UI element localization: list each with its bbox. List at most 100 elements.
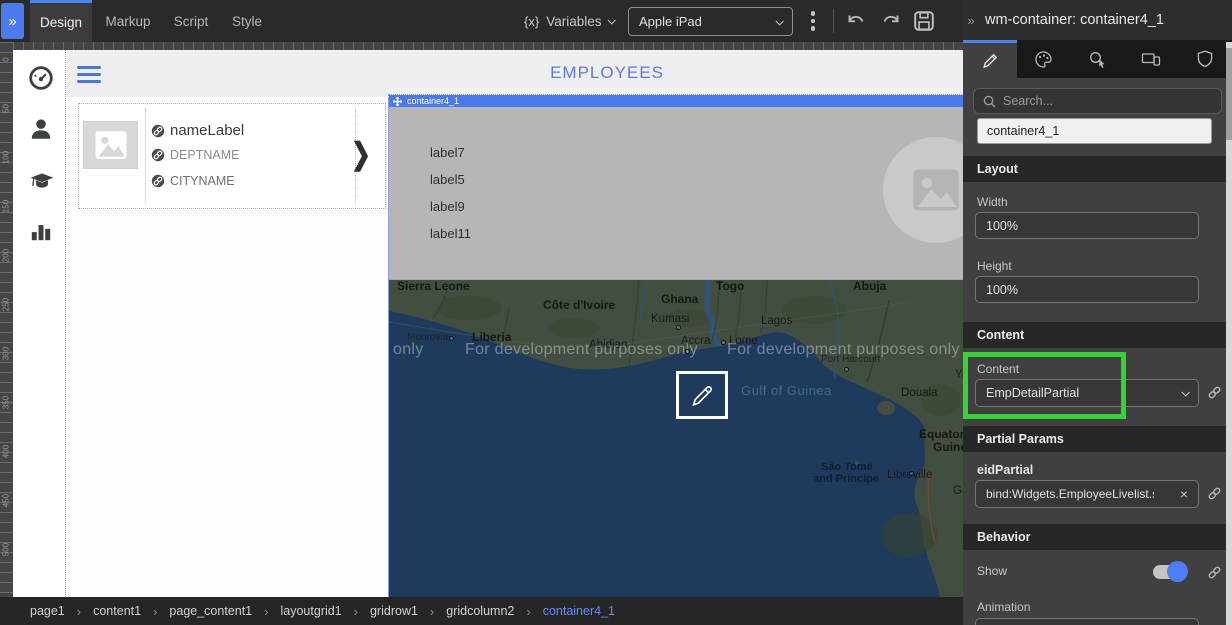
city-label-widget[interactable]: CITYNAME [151, 174, 235, 188]
widget-name-input[interactable] [977, 118, 1212, 144]
detail-label-widget[interactable]: label7 [430, 145, 465, 160]
height-input[interactable] [975, 276, 1199, 303]
ruler-mark: 250 [2, 295, 11, 315]
bar-chart-icon[interactable] [28, 218, 52, 242]
tab-markup[interactable]: Markup [100, 0, 156, 42]
detail-container[interactable]: label7 label5 label9 label11 [389, 107, 963, 280]
app-left-nav [13, 50, 66, 597]
save-button[interactable] [913, 10, 937, 32]
detail-label-widget[interactable]: label5 [430, 172, 465, 187]
section-layout: Layout [963, 156, 1232, 182]
panel-scrollbar[interactable] [1226, 42, 1232, 625]
name-label: nameLabel [170, 122, 244, 139]
dept-label: DEPTNAME [170, 148, 239, 162]
map-label: Yao [955, 370, 963, 382]
breadcrumb-item-page_content1[interactable]: page_content1 [169, 604, 252, 618]
ruler-mark: 450 [2, 491, 11, 511]
map-label: only [393, 342, 424, 358]
person-icon[interactable] [28, 116, 52, 140]
clear-icon[interactable]: × [1174, 486, 1188, 502]
breadcrumb-separator: › [153, 604, 157, 619]
google-map-widget[interactable]: Sierra LeoneCôte d'IvoireGhanaTogoAbujaL… [389, 280, 963, 597]
selected-container[interactable]: container4_1 label7 label5 label9 label11 [389, 95, 963, 597]
map-label: Abuja [853, 280, 886, 292]
variables-dropdown[interactable]: {x} Variables [524, 0, 614, 42]
breadcrumb-separator: › [77, 604, 81, 619]
content-label: Content [977, 362, 1019, 376]
undo-button[interactable] [845, 10, 869, 32]
graduation-cap-icon[interactable] [28, 168, 52, 192]
edit-map-button[interactable] [676, 371, 728, 419]
breadcrumb-item-container4_1[interactable]: container4_1 [543, 604, 615, 618]
breadcrumb-item-content1[interactable]: content1 [93, 604, 141, 618]
tab-devices-icon[interactable] [1124, 40, 1178, 78]
show-label: Show [977, 564, 1007, 578]
breadcrumb-separator: › [354, 604, 358, 619]
move-icon [393, 97, 402, 106]
map-label: For development purposes only [465, 342, 698, 358]
tab-security-shield-icon[interactable] [1178, 40, 1232, 78]
breadcrumb-item-layoutgrid1[interactable]: layoutgrid1 [280, 604, 341, 618]
animation-label: Animation [977, 600, 1030, 614]
tab-style[interactable]: Style [224, 0, 270, 42]
tab-events-selector-icon[interactable] [1071, 40, 1125, 78]
ruler-mark: 50 [2, 99, 11, 119]
width-label: Width [977, 195, 1008, 209]
card-divider [145, 108, 146, 204]
city-label: CITYNAME [170, 174, 235, 188]
dept-label-widget[interactable]: DEPTNAME [151, 148, 239, 162]
tab-styles-palette-icon[interactable] [1017, 40, 1071, 78]
bind-link-icon[interactable] [1206, 485, 1224, 503]
panel-title: wm-container: container4_1 [979, 12, 1164, 28]
selection-tag[interactable]: container4_1 [389, 95, 963, 107]
name-label-widget[interactable]: nameLabel [151, 122, 244, 139]
width-input[interactable] [975, 212, 1199, 239]
section-behavior: Behavior [963, 524, 1232, 550]
map-label: Douala [901, 388, 937, 400]
bind-link-icon[interactable] [1206, 564, 1224, 582]
eidpartial-input[interactable]: bind:Widgets.EmployeeLivelist.selected × [975, 480, 1199, 508]
app-title[interactable]: EMPLOYEES [487, 63, 727, 83]
detail-label-widget[interactable]: label9 [430, 199, 465, 214]
ruler-mark: 200 [2, 246, 11, 266]
chevron-right-icon[interactable]: ❯ [351, 136, 371, 172]
panel-body: Layout Width Height Content Content EmpD… [963, 78, 1232, 625]
search-icon [983, 95, 996, 108]
image-placeholder-icon[interactable] [83, 121, 138, 169]
hamburger-menu-icon[interactable] [77, 66, 101, 87]
map-label: Côte d'Ivoire [543, 299, 615, 311]
redo-button[interactable] [880, 10, 904, 32]
top-toolbar: » Design Markup Script Style {x} Variabl… [0, 0, 963, 42]
content-select[interactable]: EmpDetailPartial [975, 379, 1199, 407]
panel-header: » wm-container: container4_1 [963, 0, 1232, 40]
breadcrumb-separator: › [430, 604, 434, 619]
breadcrumb-bar: page1 › content1 › page_content1 › layoutgrid1… [0, 597, 963, 625]
bind-icon [151, 148, 165, 162]
map-label: and Príncipe [813, 474, 879, 485]
map-marker-icon [909, 471, 914, 476]
search-input[interactable] [1003, 94, 1203, 108]
panel-collapse-icon[interactable]: » [963, 13, 979, 28]
property-search[interactable] [973, 88, 1222, 114]
ruler-mark: 0 [2, 50, 11, 70]
app-header: EMPLOYEES [67, 50, 963, 97]
content-select-value: EmpDetailPartial [986, 386, 1079, 400]
tab-design[interactable]: Design [30, 0, 92, 42]
tab-properties-pencil-icon[interactable] [963, 40, 1017, 78]
device-select[interactable]: Apple iPad [628, 7, 793, 36]
animation-select[interactable] [975, 618, 1199, 625]
show-toggle[interactable] [1153, 565, 1185, 579]
tab-script[interactable]: Script [166, 0, 216, 42]
profile-image-placeholder[interactable] [883, 137, 963, 243]
more-options-button[interactable] [806, 9, 820, 33]
bind-link-icon[interactable] [1206, 384, 1224, 402]
breadcrumb-item-gridrow1[interactable]: gridrow1 [370, 604, 418, 618]
breadcrumb-item-page1[interactable]: page1 [30, 604, 65, 618]
employee-list-item[interactable]: nameLabel DEPTNAME CITYNAME ❯ [78, 103, 386, 209]
detail-label-widget[interactable]: label11 [430, 226, 471, 241]
dashboard-gauge-icon[interactable] [28, 65, 52, 89]
sidebar-expand-button[interactable]: » [1, 3, 24, 39]
ruler-mark: 150 [2, 197, 11, 217]
chevron-down-icon [775, 17, 783, 25]
breadcrumb-item-gridcolumn2[interactable]: gridcolumn2 [446, 604, 514, 618]
